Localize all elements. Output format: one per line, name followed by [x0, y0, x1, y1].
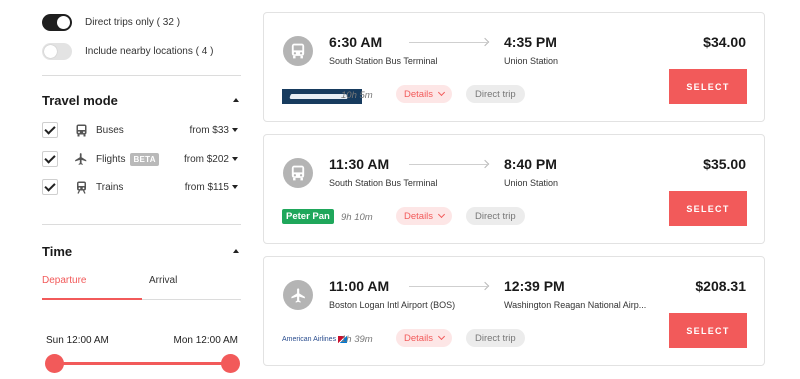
details-button[interactable]: Details: [396, 207, 453, 225]
nearby-locations-filter[interactable]: Include nearby locations ( 4 ): [42, 43, 213, 60]
details-button[interactable]: Details: [396, 85, 453, 103]
american-airlines-logo: American Airlines: [282, 336, 348, 343]
trip-price: $35.00: [703, 156, 746, 172]
peter-pan-logo: Peter Pan: [282, 209, 334, 224]
trains-label: Trains: [96, 181, 124, 193]
trip-card[interactable]: 6:30 AM 4:35 PM South Station Bus Termin…: [263, 12, 765, 122]
divider: [42, 75, 241, 76]
direct-trip-badge: Direct trip: [466, 329, 525, 347]
plane-icon: [283, 280, 313, 310]
arrival-station: Union Station: [504, 56, 559, 66]
trip-duration: 9h 10m: [341, 212, 373, 223]
bus-icon: [283, 158, 313, 188]
time-title: Time: [42, 244, 73, 259]
time-slider-track[interactable]: [54, 362, 230, 365]
select-button[interactable]: SELECT: [669, 313, 747, 348]
arrival-time: 4:35 PM: [504, 34, 557, 50]
train-icon: [74, 180, 88, 194]
arrow-right-icon: [409, 164, 487, 165]
direct-trips-toggle[interactable]: [42, 14, 72, 31]
chevron-down-icon: [438, 332, 446, 341]
time-tabs: Departure Arrival: [42, 268, 241, 300]
trip-card[interactable]: 11:00 AM 12:39 PM Boston Logan Intl Airp…: [263, 256, 765, 366]
active-tab-indicator: [42, 298, 142, 300]
departure-time: 6:30 AM: [329, 34, 383, 50]
direct-trips-filter[interactable]: Direct trips only ( 32 ): [42, 14, 180, 31]
trains-chevron-down-icon[interactable]: [232, 185, 238, 189]
collapse-time-icon[interactable]: [233, 249, 239, 253]
nearby-locations-label: Include nearby locations ( 4 ): [85, 46, 214, 57]
direct-trips-label: Direct trips only ( 32 ): [85, 17, 181, 28]
flights-chevron-down-icon[interactable]: [232, 157, 238, 161]
collapse-travel-mode-icon[interactable]: [233, 98, 239, 102]
trip-duration: 10h 5m: [341, 90, 373, 101]
beta-badge: BETA: [130, 152, 159, 166]
direct-trip-badge: Direct trip: [466, 207, 525, 225]
departure-station: Boston Logan Intl Airport (BOS): [329, 300, 456, 310]
buses-label: Buses: [96, 124, 124, 136]
travel-mode-item-flights[interactable]: Flights BETA from $202: [42, 150, 241, 168]
tab-departure[interactable]: Departure: [42, 275, 86, 286]
departure-station: South Station Bus Terminal: [329, 178, 438, 188]
trip-price: $208.31: [695, 278, 746, 294]
buses-checkbox[interactable]: [42, 122, 58, 138]
direct-trip-badge: Direct trip: [466, 85, 525, 103]
flights-checkbox[interactable]: [42, 151, 58, 167]
bus-icon: [283, 36, 313, 66]
plane-icon: [74, 152, 88, 166]
divider: [42, 224, 241, 225]
departure-time: 11:00 AM: [329, 278, 390, 294]
trains-checkbox[interactable]: [42, 179, 58, 195]
chevron-down-icon: [438, 210, 446, 219]
details-label: Details: [404, 210, 434, 222]
arrow-right-icon: [409, 42, 487, 43]
time-range-end: Mon 12:00 AM: [173, 335, 238, 346]
travel-mode-item-buses[interactable]: Buses from $33: [42, 121, 241, 139]
chevron-down-icon: [438, 88, 446, 97]
departure-station: South Station Bus Terminal: [329, 56, 438, 66]
nearby-locations-toggle[interactable]: [42, 43, 72, 60]
arrival-time: 12:39 PM: [504, 278, 565, 294]
trains-price: from $115: [184, 181, 229, 193]
details-label: Details: [404, 332, 434, 344]
arrow-right-icon: [409, 286, 487, 287]
trip-price: $34.00: [703, 34, 746, 50]
flights-price: from $202: [183, 153, 229, 165]
flights-label: Flights: [96, 153, 126, 165]
travel-mode-item-trains[interactable]: Trains from $115: [42, 178, 241, 196]
arrival-station: Washington Reagan National Airp...: [504, 300, 647, 310]
bus-icon: [74, 123, 88, 137]
departure-time: 11:30 AM: [329, 156, 390, 172]
select-button[interactable]: SELECT: [669, 69, 747, 104]
travel-mode-title: Travel mode: [42, 93, 118, 108]
tab-arrival[interactable]: Arrival: [149, 275, 177, 286]
arrival-time: 8:40 PM: [504, 156, 557, 172]
filters-sidebar: Direct trips only ( 32 ) Include nearby …: [42, 0, 242, 379]
trip-card[interactable]: 11:30 AM 8:40 PM South Station Bus Termi…: [263, 134, 765, 244]
time-range-start: Sun 12:00 AM: [46, 335, 109, 346]
details-label: Details: [404, 88, 434, 100]
time-slider-min-handle[interactable]: [44, 354, 64, 373]
time-slider-max-handle[interactable]: [220, 354, 240, 373]
details-button[interactable]: Details: [396, 329, 453, 347]
carrier-name: American Airlines: [282, 336, 337, 343]
select-button[interactable]: SELECT: [669, 191, 747, 226]
trip-duration: 1h 39m: [341, 334, 373, 345]
arrival-station: Union Station: [504, 178, 559, 188]
buses-price: from $33: [189, 124, 229, 136]
buses-chevron-down-icon[interactable]: [232, 128, 238, 132]
